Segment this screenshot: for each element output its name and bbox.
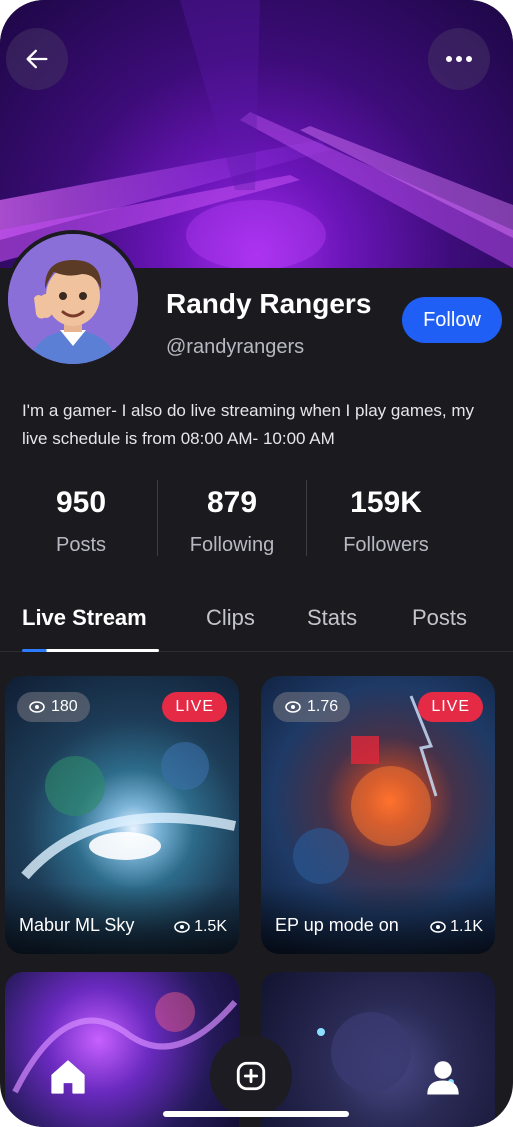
stream-title: Mabur ML Sky bbox=[19, 915, 135, 935]
create-button[interactable] bbox=[210, 1035, 292, 1117]
stream-views: 1.5K bbox=[174, 918, 227, 936]
nav-home[interactable] bbox=[47, 1056, 89, 1098]
stat-following[interactable]: 879 Following bbox=[157, 486, 307, 557]
profile-handle: @randyrangers bbox=[166, 336, 305, 358]
stream-card[interactable]: 1.76 LIVE EP up mode on 1.1K bbox=[261, 676, 495, 954]
tab-active-indicator bbox=[22, 649, 159, 652]
tab-posts[interactable]: Posts bbox=[412, 605, 467, 631]
profile-bio: I'm a gamer- I also do live streaming wh… bbox=[22, 401, 475, 448]
eye-icon bbox=[174, 921, 190, 933]
home-icon bbox=[51, 1060, 85, 1094]
home-indicator bbox=[163, 1111, 349, 1117]
follow-button[interactable]: Follow bbox=[402, 297, 502, 343]
back-button[interactable] bbox=[6, 28, 68, 90]
nav-profile[interactable] bbox=[422, 1056, 464, 1098]
eye-icon bbox=[29, 701, 45, 713]
eye-icon bbox=[285, 701, 301, 713]
live-badge: LIVE bbox=[418, 692, 483, 722]
arrow-left-icon bbox=[26, 49, 48, 69]
stat-posts[interactable]: 950 Posts bbox=[6, 486, 156, 557]
stat-following-value: 879 bbox=[206, 486, 258, 519]
stat-followers-label: Followers bbox=[343, 534, 429, 556]
profile-icon bbox=[427, 1061, 459, 1095]
tab-clips[interactable]: Clips bbox=[206, 605, 255, 631]
tab-stats[interactable]: Stats bbox=[307, 605, 357, 631]
stat-divider bbox=[306, 480, 307, 556]
eye-icon bbox=[430, 921, 446, 933]
live-badge: LIVE bbox=[162, 692, 227, 722]
avatar[interactable] bbox=[8, 234, 138, 364]
viewer-count-badge: 1.76 bbox=[273, 692, 351, 722]
more-horizontal-icon bbox=[446, 56, 472, 62]
stream-card[interactable]: 180 LIVE Mabur ML Sky 1.5K bbox=[5, 676, 239, 954]
stat-posts-label: Posts bbox=[55, 534, 107, 556]
profile-screen: Randy Rangers @randyrangers Follow I'm a… bbox=[0, 0, 513, 1127]
more-options-button[interactable] bbox=[428, 28, 490, 90]
stream-title: EP up mode on bbox=[275, 915, 399, 935]
stream-view-count: 1.1K bbox=[450, 918, 483, 935]
stat-following-label: Following bbox=[189, 534, 275, 556]
avatar-illustration bbox=[8, 234, 138, 364]
stream-view-count: 1.5K bbox=[194, 918, 227, 935]
avatar-frame bbox=[4, 230, 142, 368]
stream-views: 1.1K bbox=[430, 918, 483, 936]
add-icon bbox=[236, 1061, 266, 1091]
profile-name: Randy Rangers bbox=[166, 288, 372, 319]
tab-live-stream[interactable]: Live Stream bbox=[22, 605, 147, 631]
viewer-count: 180 bbox=[51, 698, 78, 715]
stat-posts-value: 950 bbox=[55, 486, 107, 519]
stat-followers-value: 159K bbox=[350, 486, 422, 519]
viewer-count: 1.76 bbox=[307, 698, 339, 715]
stat-followers[interactable]: 159K Followers bbox=[311, 486, 461, 557]
viewer-count-badge: 180 bbox=[17, 692, 90, 722]
